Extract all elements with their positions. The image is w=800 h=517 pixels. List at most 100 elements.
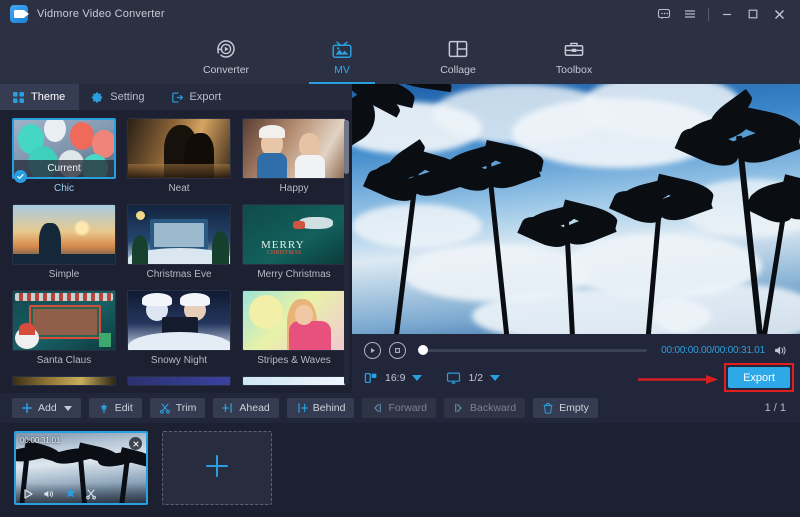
theme-item-christmas-eve[interactable]: Christmas Eve: [127, 204, 231, 280]
move-forward-icon: [371, 402, 383, 414]
theme-name: Merry Christmas: [242, 269, 346, 280]
theme-thumbnail: MERRY CHRISTMAS: [242, 204, 346, 265]
video-preview[interactable]: [352, 84, 800, 334]
theme-thumbnail: [12, 290, 116, 351]
forward-button[interactable]: Forward: [362, 398, 436, 418]
ahead-button[interactable]: Ahead: [213, 398, 278, 418]
export-icon: [171, 91, 184, 104]
tab-setting[interactable]: Setting: [79, 84, 158, 110]
empty-button-label: Empty: [559, 402, 589, 414]
stop-icon[interactable]: [389, 342, 406, 359]
timeline-clip[interactable]: 00:00:31.01: [14, 431, 148, 505]
theme-name: Neat: [127, 183, 231, 194]
minimize-icon[interactable]: [714, 0, 740, 28]
clip-play-icon[interactable]: [22, 487, 34, 499]
theme-thumbnail: [242, 118, 346, 179]
grid-icon: [12, 91, 25, 104]
chevron-down-icon[interactable]: [64, 406, 72, 411]
seek-handle[interactable]: [418, 345, 428, 355]
nav-item-converter[interactable]: Converter: [187, 28, 265, 84]
theme-item-santa-claus[interactable]: Santa Claus: [12, 290, 116, 366]
theme-item-snowy-night[interactable]: Snowy Night: [127, 290, 231, 366]
nav-item-mv[interactable]: MV: [303, 28, 381, 84]
theme-name: Santa Claus: [12, 355, 116, 366]
theme-item-neat[interactable]: Neat: [127, 118, 231, 194]
nav-item-toolbox[interactable]: Toolbox: [535, 28, 613, 84]
player-controls: 00:00:00.00/00:00:31.01 16:9 1/2 Export: [352, 334, 800, 393]
chevron-down-icon[interactable]: [490, 375, 500, 381]
converter-icon: [214, 37, 238, 61]
tab-label-export: Export: [190, 91, 222, 103]
play-icon[interactable]: [364, 342, 381, 359]
clip-remove-icon[interactable]: [129, 437, 142, 450]
seek-bar[interactable]: [418, 349, 647, 352]
theme-art: [13, 291, 115, 350]
chevron-down-icon[interactable]: [412, 375, 422, 381]
main-navigation: Converter MV Collage: [0, 28, 800, 84]
clip-trim-icon[interactable]: [85, 487, 97, 499]
theme-item-partial-3[interactable]: [242, 376, 346, 386]
add-button[interactable]: Add: [12, 398, 81, 418]
close-icon[interactable]: [766, 0, 792, 28]
theme-item-stripes-waves[interactable]: Stripes & Waves: [242, 290, 346, 366]
trim-button-label: Trim: [176, 402, 197, 414]
theme-thumbnail: [127, 204, 231, 265]
nav-label-collage: Collage: [440, 64, 476, 76]
backward-button-label: Backward: [470, 402, 516, 414]
tab-export[interactable]: Export: [159, 84, 236, 110]
theme-scrollbar-thumb[interactable]: [344, 120, 349, 174]
nav-label-converter: Converter: [203, 64, 249, 76]
cloud: [352, 204, 482, 248]
theme-item-chic[interactable]: Current Chic: [12, 118, 116, 194]
theme-item-merry-christmas[interactable]: MERRY CHRISTMAS Merry Christmas: [242, 204, 346, 280]
behind-button[interactable]: Behind: [287, 398, 355, 418]
aspect-ratio-icon[interactable]: [364, 371, 378, 385]
theme-name: Christmas Eve: [127, 269, 231, 280]
theme-art: [13, 377, 115, 385]
monitor-icon[interactable]: [446, 371, 461, 385]
theme-thumbnail: [127, 376, 231, 386]
feedback-icon[interactable]: [651, 0, 677, 28]
plus-icon: [202, 451, 232, 486]
application-window: Vidmore Video Converter: [0, 0, 800, 517]
move-backward-icon: [453, 402, 465, 414]
theme-name: Snowy Night: [127, 355, 231, 366]
clip-star-effect-icon[interactable]: [64, 487, 76, 499]
current-theme-badge: Current: [14, 160, 114, 177]
theme-list[interactable]: Current Chic: [0, 110, 352, 393]
selected-check-icon: [14, 170, 27, 183]
clip-volume-icon[interactable]: [43, 487, 55, 499]
theme-art: [243, 377, 345, 385]
theme-item-partial-2[interactable]: [127, 376, 231, 386]
screen-split-value: 1/2: [468, 372, 483, 384]
theme-thumbnail: [127, 118, 231, 179]
tab-theme[interactable]: Theme: [0, 84, 79, 110]
maximize-icon[interactable]: [740, 0, 766, 28]
volume-icon[interactable]: [773, 344, 788, 357]
theme-art: [243, 291, 345, 350]
plus-icon: [21, 402, 33, 414]
theme-thumbnail: Current: [12, 118, 116, 179]
theme-thumbnail: [12, 376, 116, 386]
theme-item-happy[interactable]: Happy: [242, 118, 346, 194]
backward-button[interactable]: Backward: [444, 398, 525, 418]
edit-button[interactable]: Edit: [89, 398, 142, 418]
add-media-slot[interactable]: [162, 431, 272, 505]
trim-button[interactable]: Trim: [150, 398, 206, 418]
theme-name: Happy: [242, 183, 346, 194]
menu-icon[interactable]: [677, 0, 703, 28]
mv-icon: [330, 37, 354, 61]
export-button[interactable]: Export: [728, 367, 790, 388]
theme-item-partial-1[interactable]: [12, 376, 116, 386]
window-title: Vidmore Video Converter: [37, 8, 165, 20]
nav-item-collage[interactable]: Collage: [419, 28, 497, 84]
theme-name: Simple: [12, 269, 116, 280]
theme-item-simple[interactable]: Simple: [12, 204, 116, 280]
app-logo-camera-icon: [10, 5, 28, 23]
empty-button[interactable]: Empty: [533, 398, 598, 418]
theme-art: [128, 119, 230, 178]
title-bar: Vidmore Video Converter: [0, 0, 800, 28]
tab-label-setting: Setting: [110, 91, 144, 103]
collage-icon: [446, 37, 470, 61]
magic-wand-icon: [98, 402, 110, 414]
